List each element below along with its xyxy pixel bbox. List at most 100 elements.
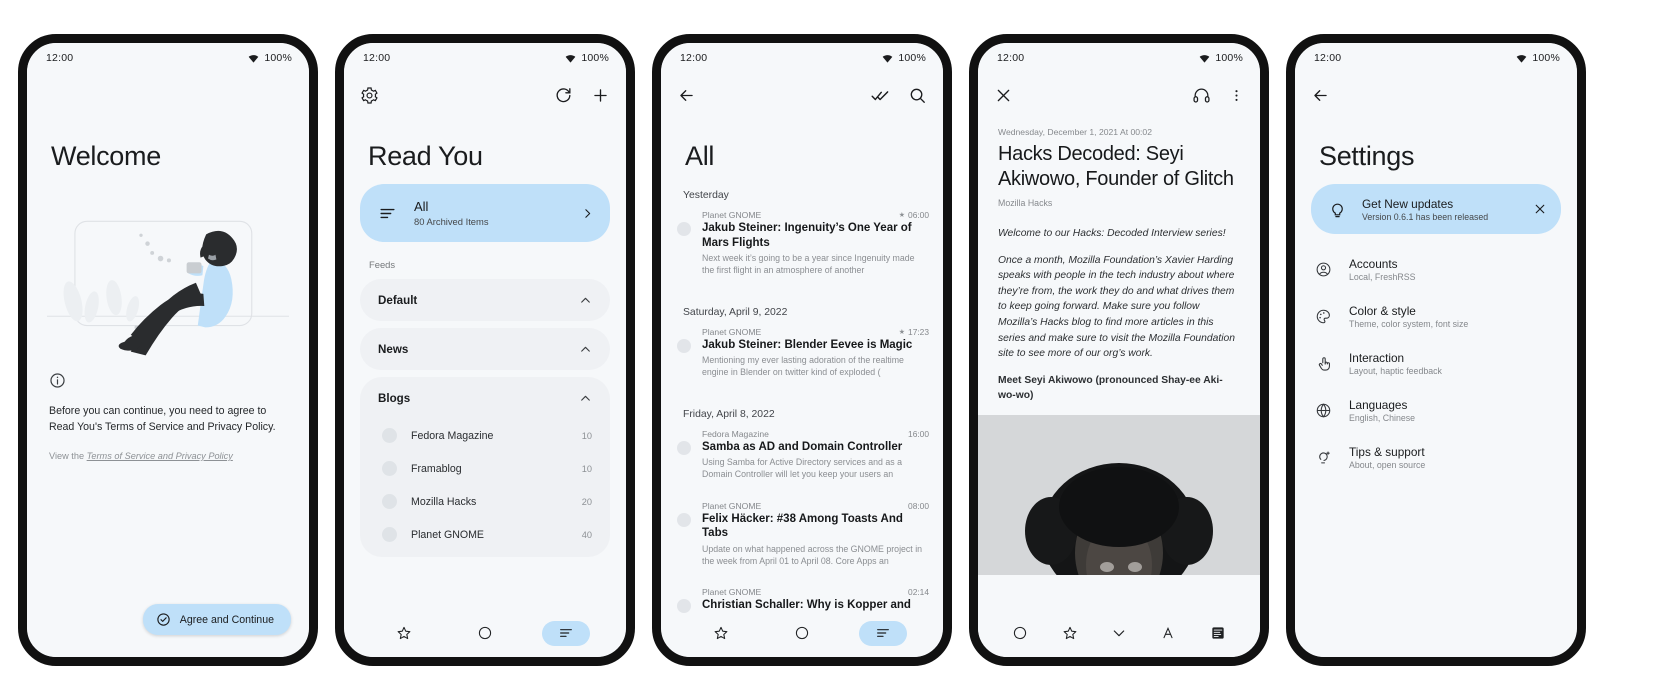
- settings-item-title: Languages: [1349, 398, 1408, 412]
- list-item[interactable]: Mozilla Hacks 20: [360, 485, 610, 518]
- article-time: 06:00: [908, 210, 929, 220]
- update-subtitle: Version 0.6.1 has been released: [1362, 211, 1489, 222]
- list-item[interactable]: Planet GNOME ★ 06:00 Jakub Steiner: Ingen…: [661, 208, 943, 295]
- settings-item-interaction[interactable]: Interaction Layout, haptic feedback: [1295, 340, 1577, 387]
- wifi-icon: [248, 53, 259, 63]
- circle-icon: [1012, 625, 1028, 641]
- nav-feeds-button[interactable]: [541, 620, 590, 646]
- wifi-icon: [882, 53, 893, 63]
- article-feed: Planet GNOME: [702, 587, 762, 598]
- feed-name: Planet GNOME: [411, 528, 485, 541]
- feed-count: 40: [581, 529, 592, 540]
- settings-item-tips-support[interactable]: Tips & support About, open source: [1295, 434, 1577, 481]
- nav-feeds-button[interactable]: [858, 620, 907, 646]
- chevron-up-icon[interactable]: [579, 343, 592, 356]
- list-item[interactable]: Planet GNOME ★ 17:23 Jakub Steiner: Blend…: [661, 325, 943, 397]
- close-icon[interactable]: [994, 86, 1013, 105]
- chevron-down-icon: [1111, 625, 1127, 641]
- all-card-subtitle: 80 Archived Items: [414, 216, 489, 227]
- phone-feeds: 12:00 100% Read You All 80 Archived Item…: [335, 34, 635, 666]
- nav-next-button[interactable]: [1095, 621, 1143, 646]
- status-right: 100%: [1199, 52, 1243, 64]
- app-bar-feeds: [344, 73, 626, 117]
- article-time: 16:00: [908, 428, 929, 439]
- article-paragraph: Once a month, Mozilla Foundation’s Xavie…: [998, 254, 1235, 360]
- article-list-body: Yesterday Planet GNOME ★ 06:00 Jakub Stei…: [661, 184, 943, 613]
- double-check-icon[interactable]: [871, 86, 890, 105]
- app-bar-reader: [978, 73, 1260, 117]
- list-item[interactable]: Fedora Magazine 10: [360, 419, 610, 452]
- article-feed: Planet GNOME: [702, 210, 762, 220]
- screenshot-stage: 12:00 100% Welcome Before you can contin…: [0, 0, 1666, 700]
- all-feed-card[interactable]: All 80 Archived Items: [360, 184, 610, 242]
- feed-count: 10: [581, 463, 592, 474]
- refresh-icon[interactable]: [554, 86, 573, 105]
- screen-article-reader: 12:00 100% Wednesday, December 1, 2021 A…: [978, 43, 1260, 657]
- article-title: Samba as AD and Domain Controller: [702, 440, 903, 453]
- bottom-navigation: [661, 613, 943, 657]
- nav-unread-button[interactable]: [778, 621, 826, 646]
- settings-item-languages[interactable]: Languages English, Chinese: [1295, 387, 1577, 434]
- article-date: Wednesday, December 1, 2021 At 00:02: [998, 127, 1152, 137]
- group-header[interactable]: Default: [360, 279, 610, 321]
- terms-link[interactable]: Terms of Service and Privacy Policy: [87, 451, 233, 461]
- nav-star-button[interactable]: [380, 621, 428, 646]
- check-circle-icon: [156, 612, 171, 627]
- palette-icon: [1315, 308, 1332, 325]
- feed-avatar: [382, 494, 397, 509]
- article-feed: Planet GNOME: [702, 326, 762, 337]
- nav-unread-button[interactable]: [996, 621, 1044, 646]
- nav-article-button[interactable]: [1194, 621, 1242, 646]
- chevron-up-icon[interactable]: [579, 392, 592, 405]
- status-time: 12:00: [997, 52, 1025, 64]
- feed-count: 10: [581, 430, 592, 441]
- date-header: Saturday, April 9, 2022: [683, 306, 788, 318]
- article-source: Mozilla Hacks: [998, 198, 1053, 208]
- list-item[interactable]: Fedora Magazine 16:00 Samba as AD and Do…: [661, 427, 943, 499]
- settings-item-color-style[interactable]: Color & style Theme, color system, font …: [1295, 293, 1577, 340]
- nav-font-size-button[interactable]: [1145, 621, 1193, 646]
- update-banner[interactable]: Get New updates Version 0.6.1 has been r…: [1311, 184, 1561, 234]
- chevron-up-icon[interactable]: [579, 294, 592, 307]
- list-item[interactable]: Planet GNOME 02:14 Christian Schaller: W…: [661, 585, 943, 613]
- agree-button-label: Agree and Continue: [179, 613, 274, 626]
- welcome-note: Before you can continue, you need to agr…: [27, 372, 309, 461]
- lightbulb-icon: [1328, 200, 1347, 219]
- list-item[interactable]: Planet GNOME 08:00 Felix Häcker: #38 Amo…: [661, 499, 943, 586]
- status-bar: 12:00 100%: [1295, 43, 1577, 73]
- list-item[interactable]: Framablog 10: [360, 452, 610, 485]
- status-bar: 12:00 100%: [661, 43, 943, 73]
- nav-unread-button[interactable]: [461, 621, 509, 646]
- search-icon[interactable]: [908, 86, 927, 105]
- agree-and-continue-button[interactable]: Agree and Continue: [142, 604, 291, 635]
- article-feed: Fedora Magazine: [702, 428, 769, 439]
- settings-item-accounts[interactable]: Accounts Local, FreshRSS: [1295, 246, 1577, 293]
- group-header[interactable]: News: [360, 328, 610, 370]
- gear-icon[interactable]: [360, 86, 379, 105]
- close-icon[interactable]: [1533, 202, 1547, 216]
- back-arrow-icon[interactable]: [677, 86, 696, 105]
- view-the-label: View the: [49, 451, 87, 461]
- page-title: Settings: [1319, 141, 1415, 171]
- article-snippet: Next week it’s going to be a year since …: [702, 253, 915, 275]
- plus-icon[interactable]: [591, 86, 610, 105]
- feed-avatar: [382, 461, 397, 476]
- nav-star-button[interactable]: [1046, 621, 1094, 646]
- headphones-icon[interactable]: [1192, 86, 1211, 105]
- list-item[interactable]: Planet GNOME 40: [360, 518, 610, 551]
- settings-body: Get New updates Version 0.6.1 has been r…: [1295, 184, 1577, 657]
- article-photo: [978, 414, 1260, 575]
- group-header[interactable]: Blogs: [360, 377, 610, 419]
- settings-item-subtitle: Local, FreshRSS: [1349, 272, 1416, 282]
- terms-link-row: View the Terms of Service and Privacy Po…: [49, 451, 287, 461]
- touch-icon: [1315, 355, 1332, 372]
- globe-icon: [1315, 402, 1332, 419]
- bottom-navigation: [344, 613, 626, 657]
- feed-name: Fedora Magazine: [411, 429, 494, 442]
- wifi-icon: [1199, 53, 1210, 63]
- more-vertical-icon[interactable]: [1229, 86, 1244, 105]
- nav-star-button[interactable]: [697, 621, 745, 646]
- back-arrow-icon[interactable]: [1311, 86, 1330, 105]
- wifi-icon: [1516, 53, 1527, 63]
- settings-item-subtitle: Theme, color system, font size: [1349, 319, 1469, 329]
